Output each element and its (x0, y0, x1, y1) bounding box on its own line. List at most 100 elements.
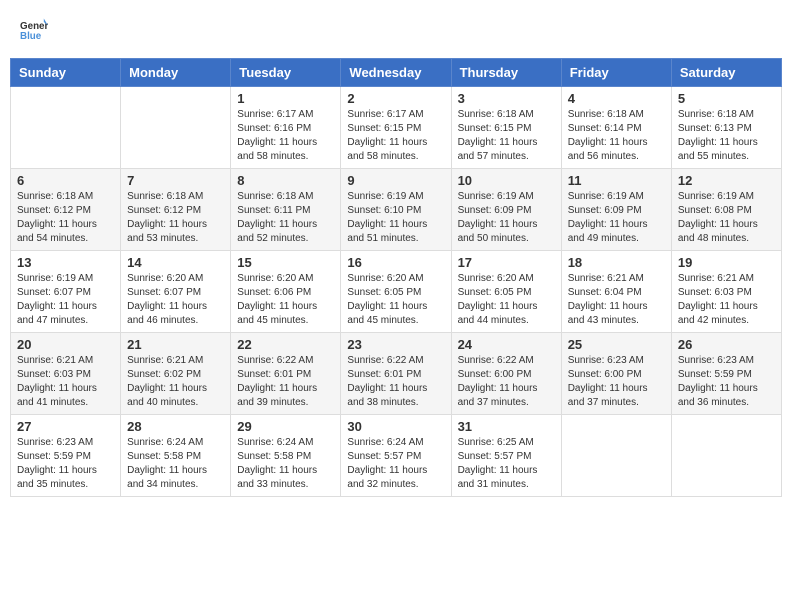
day-number: 28 (127, 419, 224, 434)
day-number: 2 (347, 91, 444, 106)
calendar-day-cell: 16 Sunrise: 6:20 AM Sunset: 6:05 PM Dayli… (341, 251, 451, 333)
calendar-day-cell: 23Sunrise: 6:22 AM Sunset: 6:01 PM Dayli… (341, 333, 451, 415)
day-info: Sunrise: 6:18 AM Sunset: 6:15 PM Dayligh… (458, 108, 555, 164)
day-of-week-header: Saturday (671, 59, 781, 87)
calendar-day-cell: 8 Sunrise: 6:18 AM Sunset: 6:11 PM Daylig… (231, 169, 341, 251)
calendar-week-row: 1Sunrise: 6:17 AM Sunset: 6:16 PM Daylig… (11, 87, 782, 169)
day-info: Sunrise: 6:18 AM Sunset: 6:12 PM Dayligh… (17, 190, 114, 246)
day-of-week-header: Thursday (451, 59, 561, 87)
day-number: 10 (458, 173, 555, 188)
calendar-day-cell: 17Sunrise: 6:20 AM Sunset: 6:05 PM Dayli… (451, 251, 561, 333)
calendar-day-cell: 18 Sunrise: 6:21 AM Sunset: 6:04 PM Dayli… (561, 251, 671, 333)
calendar-day-cell: 1Sunrise: 6:17 AM Sunset: 6:16 PM Daylig… (231, 87, 341, 169)
day-number: 16 (347, 255, 444, 270)
day-info: Sunrise: 6:25 AM Sunset: 5:57 PM Dayligh… (458, 436, 555, 492)
calendar-day-cell: 29 Sunrise: 6:24 AM Sunset: 5:58 PM Dayli… (231, 415, 341, 497)
day-info: Sunrise: 6:19 AM Sunset: 6:07 PM Dayligh… (17, 272, 114, 328)
calendar-day-cell: 9 Sunrise: 6:19 AM Sunset: 6:10 PM Daylig… (341, 169, 451, 251)
day-info: Sunrise: 6:18 AM Sunset: 6:14 PM Dayligh… (568, 108, 665, 164)
day-info: Sunrise: 6:17 AM Sunset: 6:15 PM Dayligh… (347, 108, 444, 164)
day-info: Sunrise: 6:18 AM Sunset: 6:11 PM Dayligh… (237, 190, 334, 246)
day-number: 27 (17, 419, 114, 434)
calendar-day-cell: 2 Sunrise: 6:17 AM Sunset: 6:15 PM Daylig… (341, 87, 451, 169)
day-of-week-header: Monday (121, 59, 231, 87)
day-info: Sunrise: 6:18 AM Sunset: 6:12 PM Dayligh… (127, 190, 224, 246)
day-info: Sunrise: 6:22 AM Sunset: 6:01 PM Dayligh… (237, 354, 334, 410)
day-info: Sunrise: 6:22 AM Sunset: 6:01 PM Dayligh… (347, 354, 444, 410)
day-number: 7 (127, 173, 224, 188)
calendar-week-row: 27 Sunrise: 6:23 AM Sunset: 5:59 PM Dayli… (11, 415, 782, 497)
day-of-week-header: Wednesday (341, 59, 451, 87)
day-info: Sunrise: 6:21 AM Sunset: 6:02 PM Dayligh… (127, 354, 224, 410)
day-info: Sunrise: 6:24 AM Sunset: 5:57 PM Dayligh… (347, 436, 444, 492)
day-number: 18 (568, 255, 665, 270)
logo-icon: General Blue (20, 15, 48, 43)
day-info: Sunrise: 6:20 AM Sunset: 6:05 PM Dayligh… (458, 272, 555, 328)
calendar-day-cell (11, 87, 121, 169)
calendar-day-cell (121, 87, 231, 169)
day-info: Sunrise: 6:20 AM Sunset: 6:05 PM Dayligh… (347, 272, 444, 328)
calendar-day-cell: 28 Sunrise: 6:24 AM Sunset: 5:58 PM Dayli… (121, 415, 231, 497)
calendar-day-cell: 12Sunrise: 6:19 AM Sunset: 6:08 PM Dayli… (671, 169, 781, 251)
calendar-day-cell (561, 415, 671, 497)
calendar-day-cell: 31 Sunrise: 6:25 AM Sunset: 5:57 PM Dayli… (451, 415, 561, 497)
calendar-day-cell: 13 Sunrise: 6:19 AM Sunset: 6:07 PM Dayli… (11, 251, 121, 333)
day-number: 13 (17, 255, 114, 270)
day-number: 26 (678, 337, 775, 352)
calendar-day-cell: 30 Sunrise: 6:24 AM Sunset: 5:57 PM Dayli… (341, 415, 451, 497)
day-info: Sunrise: 6:22 AM Sunset: 6:00 PM Dayligh… (458, 354, 555, 410)
day-of-week-header: Sunday (11, 59, 121, 87)
calendar-day-cell: 26 Sunrise: 6:23 AM Sunset: 5:59 PM Dayli… (671, 333, 781, 415)
day-number: 31 (458, 419, 555, 434)
day-info: Sunrise: 6:24 AM Sunset: 5:58 PM Dayligh… (127, 436, 224, 492)
day-info: Sunrise: 6:21 AM Sunset: 6:03 PM Dayligh… (17, 354, 114, 410)
day-number: 15 (237, 255, 334, 270)
day-number: 5 (678, 91, 775, 106)
day-number: 29 (237, 419, 334, 434)
day-info: Sunrise: 6:21 AM Sunset: 6:04 PM Dayligh… (568, 272, 665, 328)
day-number: 30 (347, 419, 444, 434)
calendar-header-row: SundayMondayTuesdayWednesdayThursdayFrid… (11, 59, 782, 87)
day-number: 4 (568, 91, 665, 106)
day-info: Sunrise: 6:18 AM Sunset: 6:13 PM Dayligh… (678, 108, 775, 164)
day-number: 11 (568, 173, 665, 188)
day-info: Sunrise: 6:20 AM Sunset: 6:07 PM Dayligh… (127, 272, 224, 328)
calendar-day-cell: 25Sunrise: 6:23 AM Sunset: 6:00 PM Dayli… (561, 333, 671, 415)
day-info: Sunrise: 6:19 AM Sunset: 6:10 PM Dayligh… (347, 190, 444, 246)
calendar-week-row: 6 Sunrise: 6:18 AM Sunset: 6:12 PM Daylig… (11, 169, 782, 251)
day-number: 6 (17, 173, 114, 188)
calendar-day-cell: 5 Sunrise: 6:18 AM Sunset: 6:13 PM Daylig… (671, 87, 781, 169)
day-number: 20 (17, 337, 114, 352)
calendar-day-cell: 7 Sunrise: 6:18 AM Sunset: 6:12 PM Daylig… (121, 169, 231, 251)
calendar-day-cell: 14Sunrise: 6:20 AM Sunset: 6:07 PM Dayli… (121, 251, 231, 333)
calendar-day-cell: 21 Sunrise: 6:21 AM Sunset: 6:02 PM Dayli… (121, 333, 231, 415)
calendar-day-cell: 11Sunrise: 6:19 AM Sunset: 6:09 PM Dayli… (561, 169, 671, 251)
day-number: 24 (458, 337, 555, 352)
day-number: 8 (237, 173, 334, 188)
svg-text:Blue: Blue (20, 31, 42, 42)
day-number: 21 (127, 337, 224, 352)
day-number: 9 (347, 173, 444, 188)
calendar-day-cell: 15 Sunrise: 6:20 AM Sunset: 6:06 PM Dayli… (231, 251, 341, 333)
calendar-day-cell: 27 Sunrise: 6:23 AM Sunset: 5:59 PM Dayli… (11, 415, 121, 497)
calendar-day-cell: 4 Sunrise: 6:18 AM Sunset: 6:14 PM Daylig… (561, 87, 671, 169)
calendar-day-cell: 20 Sunrise: 6:21 AM Sunset: 6:03 PM Dayli… (11, 333, 121, 415)
page-header: General Blue (10, 10, 782, 48)
day-info: Sunrise: 6:23 AM Sunset: 5:59 PM Dayligh… (678, 354, 775, 410)
calendar-day-cell: 6 Sunrise: 6:18 AM Sunset: 6:12 PM Daylig… (11, 169, 121, 251)
day-number: 12 (678, 173, 775, 188)
day-info: Sunrise: 6:23 AM Sunset: 5:59 PM Dayligh… (17, 436, 114, 492)
calendar-table: SundayMondayTuesdayWednesdayThursdayFrid… (10, 58, 782, 497)
calendar-week-row: 13 Sunrise: 6:19 AM Sunset: 6:07 PM Dayli… (11, 251, 782, 333)
day-of-week-header: Tuesday (231, 59, 341, 87)
day-info: Sunrise: 6:24 AM Sunset: 5:58 PM Dayligh… (237, 436, 334, 492)
calendar-day-cell: 3Sunrise: 6:18 AM Sunset: 6:15 PM Daylig… (451, 87, 561, 169)
day-info: Sunrise: 6:17 AM Sunset: 6:16 PM Dayligh… (237, 108, 334, 164)
logo: General Blue (20, 15, 48, 43)
day-info: Sunrise: 6:23 AM Sunset: 6:00 PM Dayligh… (568, 354, 665, 410)
day-of-week-header: Friday (561, 59, 671, 87)
day-info: Sunrise: 6:20 AM Sunset: 6:06 PM Dayligh… (237, 272, 334, 328)
calendar-day-cell: 24 Sunrise: 6:22 AM Sunset: 6:00 PM Dayli… (451, 333, 561, 415)
day-info: Sunrise: 6:19 AM Sunset: 6:09 PM Dayligh… (458, 190, 555, 246)
day-number: 19 (678, 255, 775, 270)
